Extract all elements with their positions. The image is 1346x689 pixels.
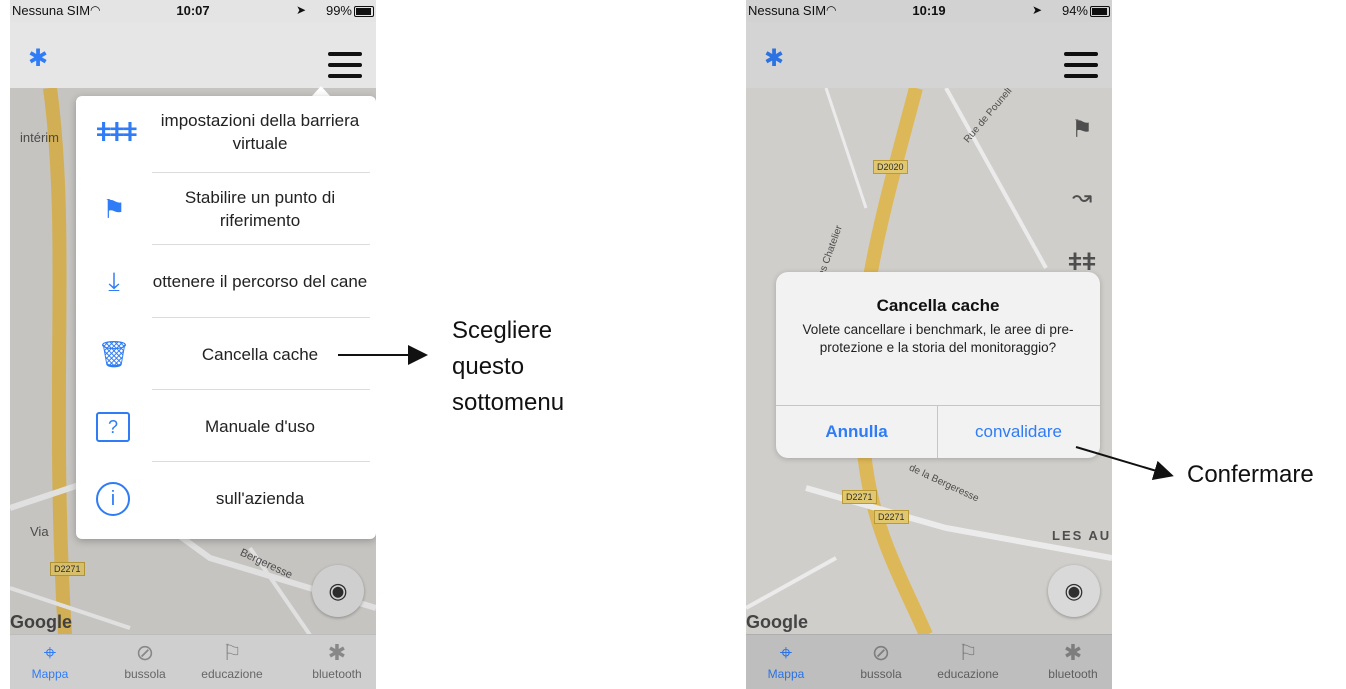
- annotation-arrows: [338, 345, 1174, 481]
- arrow-to-confirm: [1075, 446, 1174, 481]
